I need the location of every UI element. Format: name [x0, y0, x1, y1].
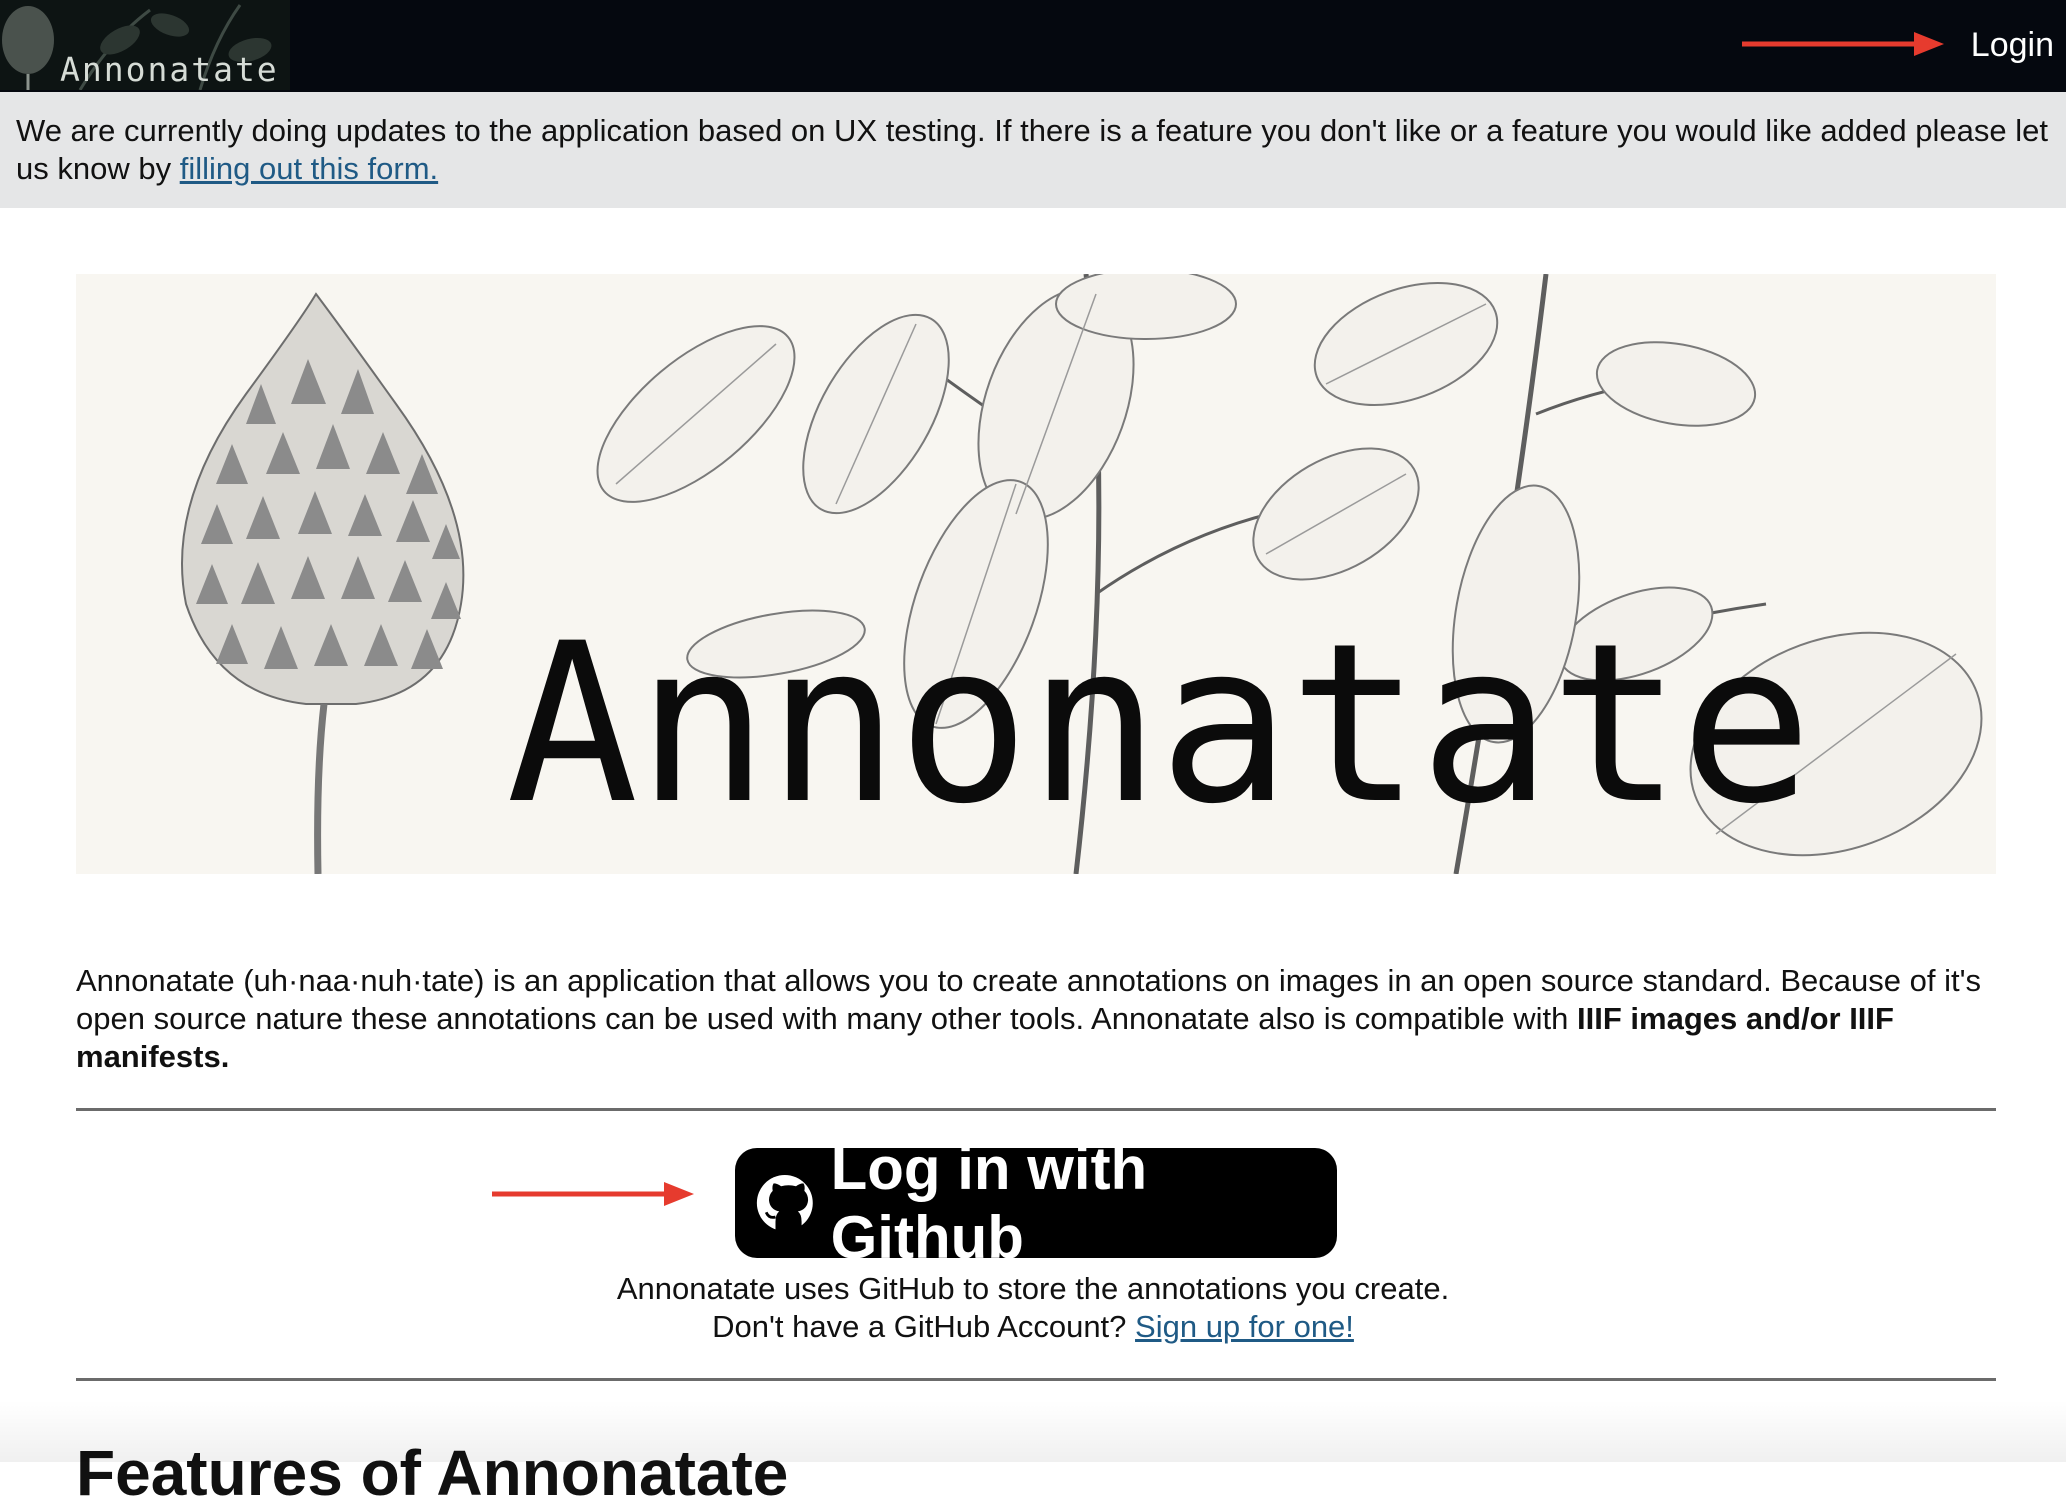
- hero-banner: Annonatate: [76, 274, 1996, 874]
- signup-line: Don't have a GitHub Account? Sign up for…: [0, 1308, 2066, 1346]
- login-with-github-button[interactable]: Log in with Github: [735, 1135, 1337, 1271]
- login-button-label: Log in with Github: [830, 1135, 1148, 1271]
- site-logo[interactable]: Annonatate: [0, 0, 290, 90]
- divider: [76, 1108, 1996, 1111]
- hero-title: Annonatate: [506, 596, 1813, 852]
- top-navbar: Annonatate Login: [0, 0, 2066, 92]
- divider: [76, 1378, 1996, 1381]
- update-notice-banner: We are currently doing updates to the ap…: [0, 92, 2066, 208]
- intro-paragraph: Annonatate (uh·naa·nuh·tate) is an appli…: [76, 962, 2000, 1076]
- arrow-right-icon: [492, 1182, 694, 1206]
- signup-link[interactable]: Sign up for one!: [1135, 1309, 1354, 1344]
- arrow-right-icon: [1742, 32, 1944, 56]
- logo-text: Annonatate: [60, 50, 279, 89]
- features-heading: Features of Annonatate: [76, 1437, 789, 1509]
- login-link[interactable]: Login: [1971, 26, 2054, 65]
- github-info-text: Annonatate uses GitHub to store the anno…: [616, 1271, 1450, 1306]
- feedback-form-link[interactable]: filling out this form.: [180, 151, 438, 186]
- signup-prompt: Don't have a GitHub Account?: [712, 1309, 1136, 1344]
- github-icon: [756, 1175, 813, 1231]
